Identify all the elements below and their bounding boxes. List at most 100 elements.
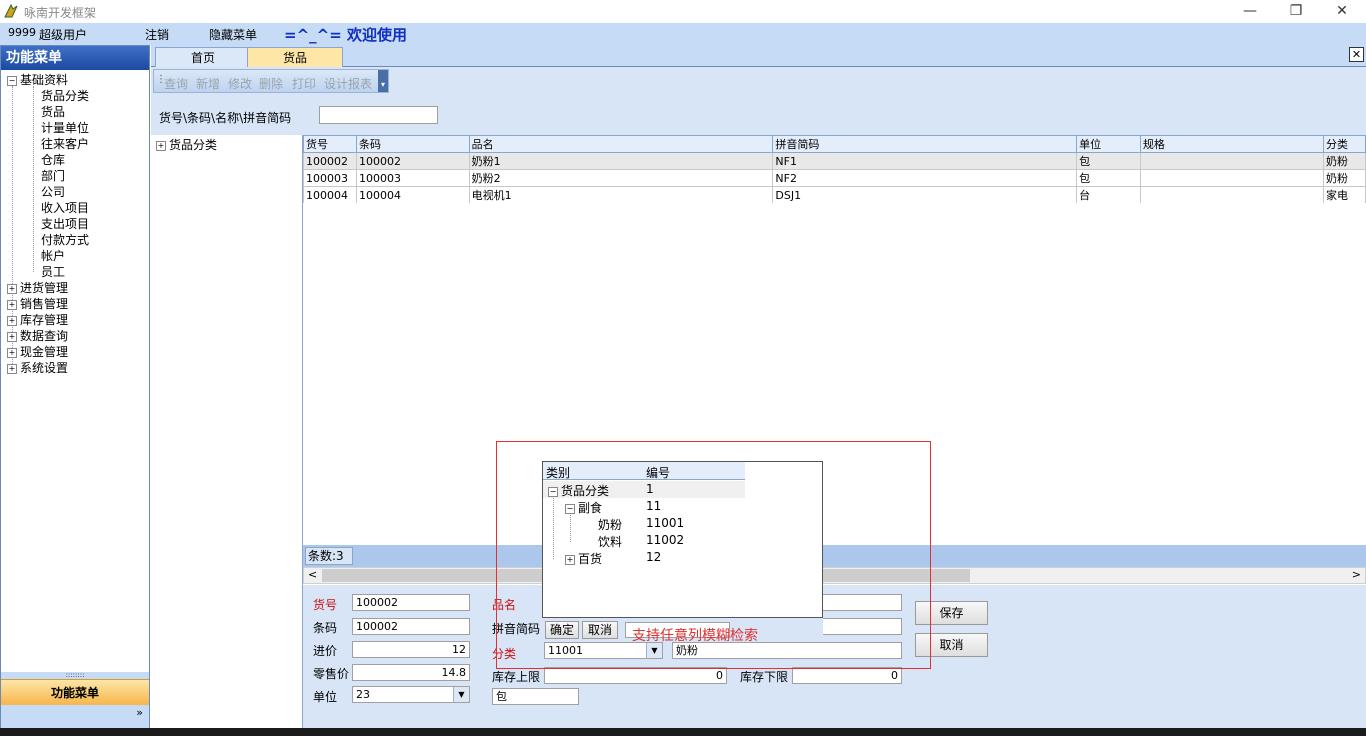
stock-min-label: 库存下限 [740,670,789,684]
column-header-name[interactable]: 品名 [468,135,774,153]
expand-icon[interactable]: + [7,363,17,374]
edit-button[interactable]: 修改 [228,75,252,92]
scroll-right-icon[interactable]: > [1352,568,1361,581]
tree-item-company[interactable]: 公司 [41,184,65,200]
expand-icon[interactable]: + [7,331,17,342]
query-button[interactable]: 查询 [164,75,188,92]
unit-label: 单位 [313,690,338,704]
expand-icon[interactable]: + [7,299,17,310]
delete-button[interactable]: 删除 [259,75,283,92]
column-header-pinyin[interactable]: 拼音简码 [772,135,1078,153]
popup-ok-button[interactable]: 确定 [545,621,579,639]
popup-row-food-code: 11 [646,499,662,513]
column-header-spec[interactable]: 规格 [1139,135,1325,153]
tree-item-product[interactable]: 货品 [41,104,65,120]
column-header-barcode[interactable]: 条码 [355,135,470,153]
tab-strip: 首页 货品 [151,45,1366,67]
popup-row-general[interactable]: + 百货 [565,550,602,567]
tree-item-warehouse[interactable]: 仓库 [41,152,65,168]
record-count: 条数:3 [305,547,353,565]
tab-home[interactable]: 首页 [155,47,251,67]
collapse-icon[interactable]: − [548,486,558,497]
popup-row-food[interactable]: − 副食 [565,499,602,516]
sidebar-title: 功能菜单 [1,46,149,70]
popup-row-drinks[interactable]: 饮料 [598,533,622,550]
table-row[interactable]: 100003 100003 奶粉2 NF2 包奶粉 [303,169,1366,187]
search-label: 货号\条码\名称\拼音简码 [159,111,292,125]
menu-bar: 9999 超级用户 注销 隐藏菜单 =^_^= 欢迎使用 [0,23,1366,45]
design-report-button[interactable]: 设计报表 [324,75,372,92]
expand-icon[interactable]: + [7,347,17,358]
retail-price-input[interactable]: 14.8 [352,664,470,681]
expand-icon[interactable]: + [565,554,575,565]
chevron-down-icon[interactable]: ▼ [453,687,469,702]
logout-menu-item[interactable]: 注销 [145,26,169,43]
tree-item-account[interactable]: 帐户 [41,248,65,264]
expand-icon[interactable]: + [156,140,166,151]
popup-row-milk-powder[interactable]: 奶粉 [598,516,622,533]
popup-column-code[interactable]: 编号 [646,464,670,481]
barcode-label: 条码 [313,621,338,635]
stock-max-input[interactable]: 0 [544,667,727,684]
tree-item-unit[interactable]: 计量单位 [41,120,89,136]
collapse-icon[interactable]: − [565,503,575,514]
tree-node-purchase[interactable]: + 进货管理 [7,280,68,296]
app-logo-icon [4,3,18,18]
function-menu-sidebar: 功能菜单 − 基础资料 货品分类 货品 计量单位 往来客户 仓库 部门 公司 收入… [0,45,150,728]
retail-price-label: 零售价 [313,667,350,681]
category-tree-root[interactable]: + 货品分类 [156,137,217,153]
scroll-left-icon[interactable]: < [308,568,317,581]
tree-item-employee[interactable]: 员工 [41,264,65,280]
collapse-icon[interactable]: − [7,75,17,86]
popup-row-general-code: 12 [646,550,662,564]
stock-max-label: 库存上限 [492,670,541,684]
add-button[interactable]: 新增 [196,75,220,92]
popup-row-root[interactable]: − 货品分类 [548,482,609,499]
toolbar: ⋮ 查询 新增 修改 删除 打印 设计报表 ▾ [151,67,1366,95]
table-row[interactable]: 100002 100002 奶粉1 NF1 包奶粉 [303,152,1366,170]
sidebar-footer-button[interactable]: 功能菜单 [1,679,149,705]
product-table: 货号 条码 品名 拼音简码 单位 规格 分类 100002 100002 奶粉1 NF… [303,135,1366,204]
popup-row-root-code: 1 [646,482,654,496]
expand-icon[interactable]: + [7,315,17,326]
barcode-input[interactable]: 100002 [352,618,470,635]
code-input[interactable]: 100002 [352,594,470,611]
tree-item-payment[interactable]: 付款方式 [41,232,89,248]
cost-input[interactable]: 12 [352,641,470,658]
close-window-button[interactable]: ✕ [1319,0,1365,23]
tree-item-expense[interactable]: 支出项目 [41,216,89,232]
tree-item-income[interactable]: 收入项目 [41,200,89,216]
minimize-button[interactable]: — [1227,0,1273,23]
popup-row-milk-powder-code: 11001 [646,516,685,530]
hide-menu-item[interactable]: 隐藏菜单 [209,26,257,43]
tree-item-customer[interactable]: 往来客户 [41,136,89,152]
code-label: 货号 [313,598,338,612]
chevron-down-icon[interactable]: » [136,706,143,719]
tree-item-product-category[interactable]: 货品分类 [41,88,89,104]
expand-icon[interactable]: + [7,283,17,294]
tree-item-department[interactable]: 部门 [41,168,65,184]
tree-node-inventory[interactable]: + 库存管理 [7,312,68,328]
stock-min-input[interactable]: 0 [792,667,902,684]
print-button[interactable]: 打印 [292,75,316,92]
popup-column-category[interactable]: 类别 [546,464,570,481]
toolbar-overflow-icon[interactable]: ▾ [378,70,388,92]
unit-text-field: 包 [492,688,579,705]
column-header-category[interactable]: 分类 [1323,135,1366,153]
tab-product[interactable]: 货品 [247,47,343,67]
column-header-unit[interactable]: 单位 [1076,135,1141,153]
close-tab-icon[interactable]: ✕ [1349,47,1364,62]
tree-node-cash[interactable]: + 现金管理 [7,344,68,360]
tree-node-settings[interactable]: + 系统设置 [7,360,68,376]
popup-cancel-button[interactable]: 取消 [582,621,618,639]
table-row[interactable]: 100004 100004 电视机1 DSJ1 台家电 [303,186,1366,204]
unit-select[interactable]: 23 ▼ [352,686,470,703]
tree-node-basic-data[interactable]: − 基础资料 [7,72,68,88]
restore-button[interactable]: ❐ [1273,0,1319,23]
tree-node-query[interactable]: + 数据查询 [7,328,68,344]
search-input[interactable] [319,106,438,124]
sidebar-splitter[interactable]: :::::::: [1,672,149,679]
column-header-code[interactable]: 货号 [303,135,357,153]
popup-header: 类别 编号 [543,462,745,480]
tree-node-sales[interactable]: + 销售管理 [7,296,68,312]
